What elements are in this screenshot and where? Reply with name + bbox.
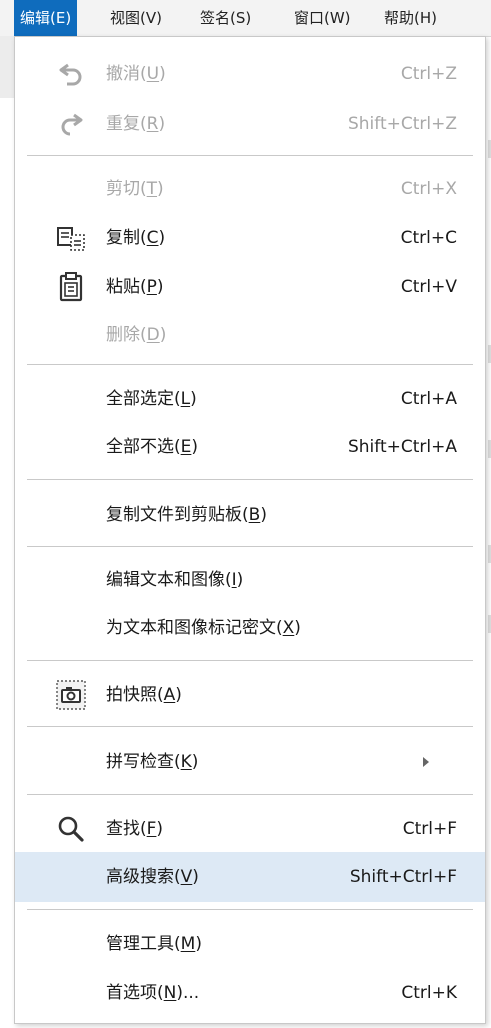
accelerator-key: E <box>180 437 192 457</box>
shortcut-text: Ctrl+K <box>401 983 457 1003</box>
shortcut-text: Ctrl+F <box>402 819 457 839</box>
accelerator-key: P <box>146 277 157 297</box>
clipboard-icon <box>59 272 83 302</box>
submenu-arrow-icon <box>423 757 429 767</box>
accelerator-key: I <box>231 570 237 590</box>
menu-item-edit-text-images[interactable]: 编辑文本和图像(I) <box>15 555 485 605</box>
accelerator-key: D <box>146 325 160 345</box>
menu-item-paste[interactable]: 粘贴(P) Ctrl+V <box>15 262 485 312</box>
menu-item-manage-tools[interactable]: 管理工具(M) <box>15 919 485 969</box>
item-label: 删除 <box>106 325 140 345</box>
accelerator-key: F <box>146 819 157 839</box>
item-label: 剪切 <box>106 179 140 199</box>
shortcut-text: Shift+Ctrl+A <box>347 437 457 457</box>
menu-item-delete[interactable]: 删除(D) <box>15 310 485 360</box>
menu-separator <box>27 660 473 661</box>
accelerator-key: K <box>180 752 192 772</box>
accelerator-key: L <box>180 389 191 409</box>
menu-item-copy-file-to-clipboard[interactable]: 复制文件到剪贴板(B) <box>15 490 485 540</box>
item-label: 查找 <box>106 819 140 839</box>
shortcut-text: Ctrl+V <box>400 277 457 297</box>
item-label: 全部选定 <box>106 389 174 409</box>
menu-item-advanced-search[interactable]: 高级搜索(V) Shift+Ctrl+F <box>15 852 485 902</box>
item-label: 拍快照 <box>106 685 157 705</box>
accelerator-key: X <box>282 618 295 638</box>
item-label: 复制文件到剪贴板 <box>106 505 242 525</box>
ellipsis: ... <box>183 983 200 1003</box>
item-label: 粘贴 <box>106 277 140 297</box>
shortcut-text: Ctrl+A <box>400 389 457 409</box>
accelerator-key: T <box>146 179 158 199</box>
menu-item-deselect-all[interactable]: 全部不选(E) Shift+Ctrl+A <box>15 422 485 472</box>
menu-bar: 编辑(E) 视图(V) 签名(S) 窗口(W) 帮助(H) <box>0 0 491 37</box>
menu-item-spell-check[interactable]: 拼写检查(K) <box>15 737 485 787</box>
item-label: 高级搜索 <box>106 867 174 887</box>
item-label: 编辑文本和图像 <box>106 570 225 590</box>
menu-item-mark-for-redaction[interactable]: 为文本和图像标记密文(X) <box>15 603 485 653</box>
menu-item-undo[interactable]: 撤消(U) Ctrl+Z <box>15 49 485 99</box>
accelerator-key: M <box>180 934 196 954</box>
accelerator-key: A <box>163 685 176 705</box>
accelerator-key: V <box>180 867 193 887</box>
menu-separator <box>27 909 473 910</box>
accelerator-key: B <box>248 505 261 525</box>
shortcut-text: Shift+Ctrl+Z <box>347 114 457 134</box>
accelerator-key: N <box>163 983 177 1003</box>
menu-item-find[interactable]: 查找(F) Ctrl+F <box>15 804 485 854</box>
shortcut-text: Shift+Ctrl+F <box>349 867 457 887</box>
accelerator-key: U <box>146 64 160 84</box>
copy-icon <box>57 227 85 251</box>
menu-item-select-all[interactable]: 全部选定(L) Ctrl+A <box>15 374 485 424</box>
camera-icon <box>56 680 86 710</box>
item-label: 全部不选 <box>106 437 174 457</box>
accelerator-key: R <box>146 114 159 134</box>
menu-separator <box>27 794 473 795</box>
item-label: 首选项 <box>106 983 157 1003</box>
menu-view[interactable]: 视图(V) <box>104 0 168 36</box>
menu-separator <box>27 546 473 547</box>
menu-separator <box>27 364 473 365</box>
menu-separator <box>27 726 473 727</box>
item-label: 撤消 <box>106 64 140 84</box>
menu-item-cut[interactable]: 剪切(T) Ctrl+X <box>15 164 485 214</box>
menu-sign[interactable]: 签名(S) <box>194 0 257 36</box>
search-icon <box>58 816 84 842</box>
item-label: 复制 <box>106 228 140 248</box>
item-label: 重复 <box>106 114 140 134</box>
menu-help[interactable]: 帮助(H) <box>378 0 443 36</box>
menu-item-snapshot[interactable]: 拍快照(A) <box>15 670 485 720</box>
edit-menu-dropdown: 撤消(U) Ctrl+Z 重复(R) Shift+Ctrl+Z 剪切(T) Ct… <box>14 36 486 1024</box>
item-label: 管理工具 <box>106 934 174 954</box>
menu-item-redo[interactable]: 重复(R) Shift+Ctrl+Z <box>15 99 485 149</box>
redo-arrow-icon <box>61 113 83 136</box>
menu-edit[interactable]: 编辑(E) <box>14 0 78 36</box>
item-label: 为文本和图像标记密文 <box>106 618 276 638</box>
shortcut-text: Ctrl+C <box>400 228 457 248</box>
accelerator-key: C <box>146 228 159 248</box>
menu-item-copy[interactable]: 复制(C) Ctrl+C <box>15 213 485 263</box>
background-panel-strip <box>0 36 15 98</box>
shortcut-text: Ctrl+X <box>400 179 457 199</box>
menu-window[interactable]: 窗口(W) <box>288 0 357 36</box>
shortcut-text: Ctrl+Z <box>400 64 457 84</box>
menu-item-preferences[interactable]: 首选项(N)... Ctrl+K <box>15 968 485 1018</box>
item-label: 拼写检查 <box>106 752 174 772</box>
menu-separator <box>27 155 473 156</box>
undo-arrow-icon <box>59 63 82 86</box>
menu-separator <box>27 479 473 480</box>
